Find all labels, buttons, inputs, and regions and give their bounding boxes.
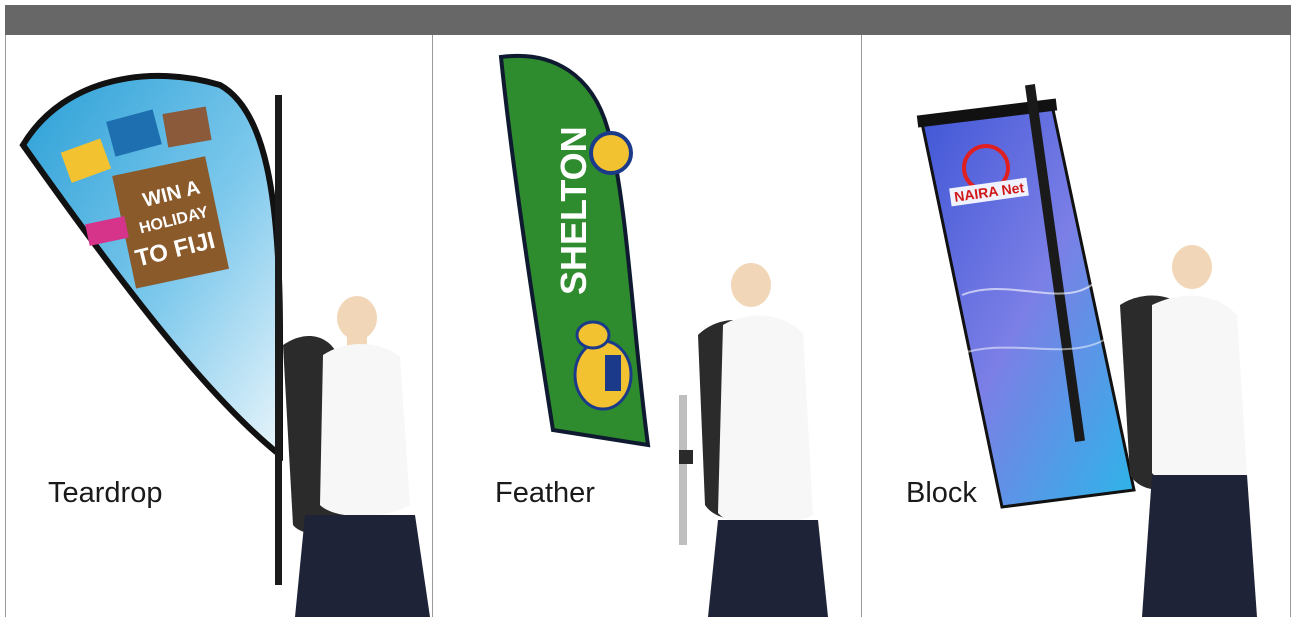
panel-block: NAIRA Net Block: [862, 35, 1291, 617]
caption-teardrop: Teardrop: [48, 477, 163, 509]
header-bar: [5, 5, 1291, 35]
block-flag-illustration: NAIRA Net: [916, 84, 1257, 617]
divider-1: [432, 35, 433, 617]
feather-text: SHELTON: [553, 126, 594, 295]
caption-block: Block: [906, 477, 977, 509]
panel-teardrop: WIN A HOLIDAY TO FIJI Teardrop: [5, 35, 432, 617]
divider-2: [861, 35, 862, 617]
panel-feather: SHELTON Feather: [433, 35, 861, 617]
feather-flag-illustration: SHELTON: [498, 53, 828, 617]
caption-feather: Feather: [495, 477, 595, 509]
divider-right: [1290, 35, 1291, 617]
divider-left: [5, 35, 6, 617]
teardrop-flag-illustration: WIN A HOLIDAY TO FIJI: [19, 72, 430, 617]
product-grid: WIN A HOLIDAY TO FIJI Teardrop SHELTON F…: [5, 35, 1291, 617]
